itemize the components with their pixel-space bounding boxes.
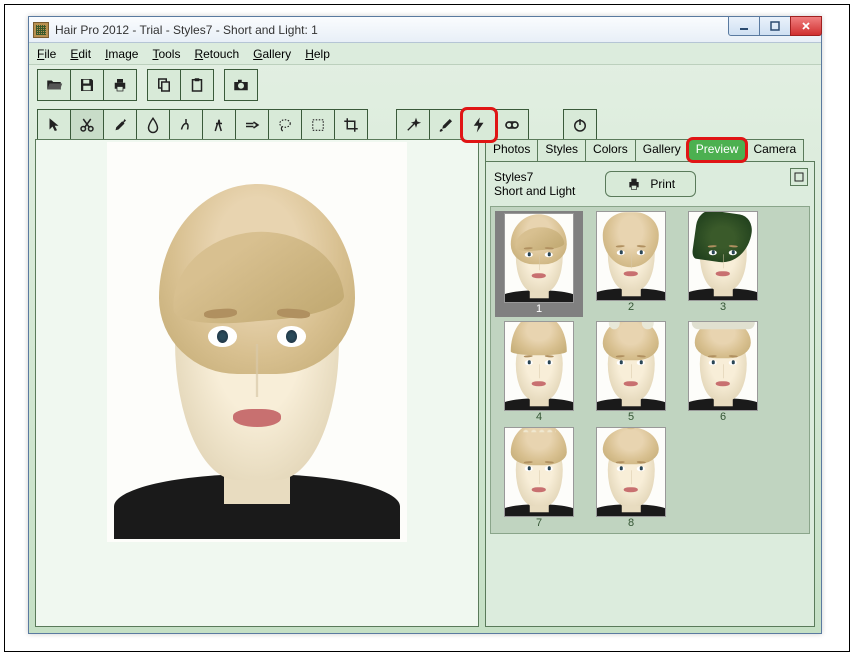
thumb-3[interactable]: 3	[679, 211, 767, 317]
wand-tool[interactable]	[396, 109, 430, 141]
blur-tool[interactable]	[136, 109, 170, 141]
print-button[interactable]	[103, 69, 137, 101]
app-window: Hair Pro 2012 - Trial - Styles7 - Short …	[28, 16, 822, 634]
paste-button[interactable]	[180, 69, 214, 101]
minimize-button[interactable]	[728, 16, 760, 36]
canvas-panel[interactable]	[35, 139, 479, 627]
preview-panel: Styles7 Short and Light Print	[485, 161, 815, 627]
tab-preview[interactable]: Preview	[688, 139, 747, 161]
save-button[interactable]	[70, 69, 104, 101]
flash-tool[interactable]	[462, 109, 496, 141]
eyedropper-tool[interactable]	[103, 109, 137, 141]
preview-title-l2: Short and Light	[494, 184, 575, 198]
window-controls	[729, 16, 822, 36]
thumb-6[interactable]: 6	[679, 321, 767, 423]
tab-photos[interactable]: Photos	[485, 139, 538, 161]
thumb-num: 6	[679, 411, 767, 423]
thumb-num: 2	[587, 301, 675, 313]
main-portrait	[107, 142, 407, 542]
preview-title-l1: Styles7	[494, 170, 575, 184]
print-preview-button[interactable]: Print	[605, 171, 696, 197]
marquee-tool[interactable]	[301, 109, 335, 141]
tab-camera[interactable]: Camera	[745, 139, 804, 161]
tape-tool[interactable]	[495, 109, 529, 141]
print-label: Print	[650, 177, 675, 191]
preview-title: Styles7 Short and Light	[494, 170, 575, 199]
copy-button[interactable]	[147, 69, 181, 101]
menu-file[interactable]: File	[37, 47, 56, 61]
scissors-tool[interactable]	[70, 109, 104, 141]
open-button[interactable]	[37, 69, 71, 101]
side-panel: Photos Styles Colors Gallery Preview Cam…	[485, 139, 815, 627]
thumb-8[interactable]: 8	[587, 427, 675, 529]
thumb-5[interactable]: 5	[587, 321, 675, 423]
brush-tool[interactable]	[429, 109, 463, 141]
collapse-button[interactable]	[790, 168, 808, 186]
titlebar[interactable]: Hair Pro 2012 - Trial - Styles7 - Short …	[29, 17, 821, 43]
power-button[interactable]	[563, 109, 597, 141]
tab-gallery[interactable]: Gallery	[635, 139, 689, 161]
thumb-num: 4	[495, 411, 583, 423]
side-tabs: Photos Styles Colors Gallery Preview Cam…	[485, 139, 815, 161]
menu-image[interactable]: Image	[105, 47, 138, 61]
menu-retouch[interactable]: Retouch	[194, 47, 239, 61]
thumb-4[interactable]: 4	[495, 321, 583, 423]
cut-tool[interactable]	[235, 109, 269, 141]
thumbnail-grid: 1 2 3 4	[495, 211, 805, 529]
thumbnail-area: 1 2 3 4	[490, 206, 810, 534]
content-area: Photos Styles Colors Gallery Preview Cam…	[35, 139, 815, 627]
menubar: File Edit Image Tools Retouch Gallery He…	[29, 43, 821, 65]
maximize-button[interactable]	[759, 16, 791, 36]
menu-help[interactable]: Help	[305, 47, 330, 61]
preview-header: Styles7 Short and Light Print	[486, 162, 814, 206]
tab-styles[interactable]: Styles	[537, 139, 586, 161]
thumb-1[interactable]: 1	[495, 211, 583, 317]
menu-edit[interactable]: Edit	[70, 47, 91, 61]
toolbar-row-1	[29, 65, 821, 105]
clone-tool[interactable]	[202, 109, 236, 141]
thumb-num: 5	[587, 411, 675, 423]
lasso-tool[interactable]	[268, 109, 302, 141]
thumb-num: 1	[495, 303, 583, 315]
app-icon	[33, 22, 49, 38]
thumb-num: 7	[495, 517, 583, 529]
menu-gallery[interactable]: Gallery	[253, 47, 291, 61]
camera-capture-button[interactable]	[224, 69, 258, 101]
crop-tool[interactable]	[334, 109, 368, 141]
thumb-num: 8	[587, 517, 675, 529]
window-title: Hair Pro 2012 - Trial - Styles7 - Short …	[55, 23, 318, 37]
smudge-tool[interactable]	[169, 109, 203, 141]
thumb-num: 3	[679, 301, 767, 313]
print-icon	[626, 176, 642, 192]
close-button[interactable]	[790, 16, 822, 36]
tab-colors[interactable]: Colors	[585, 139, 636, 161]
pointer-tool[interactable]	[37, 109, 71, 141]
thumb-7[interactable]: 7	[495, 427, 583, 529]
menu-tools[interactable]: Tools	[152, 47, 180, 61]
thumb-2[interactable]: 2	[587, 211, 675, 317]
